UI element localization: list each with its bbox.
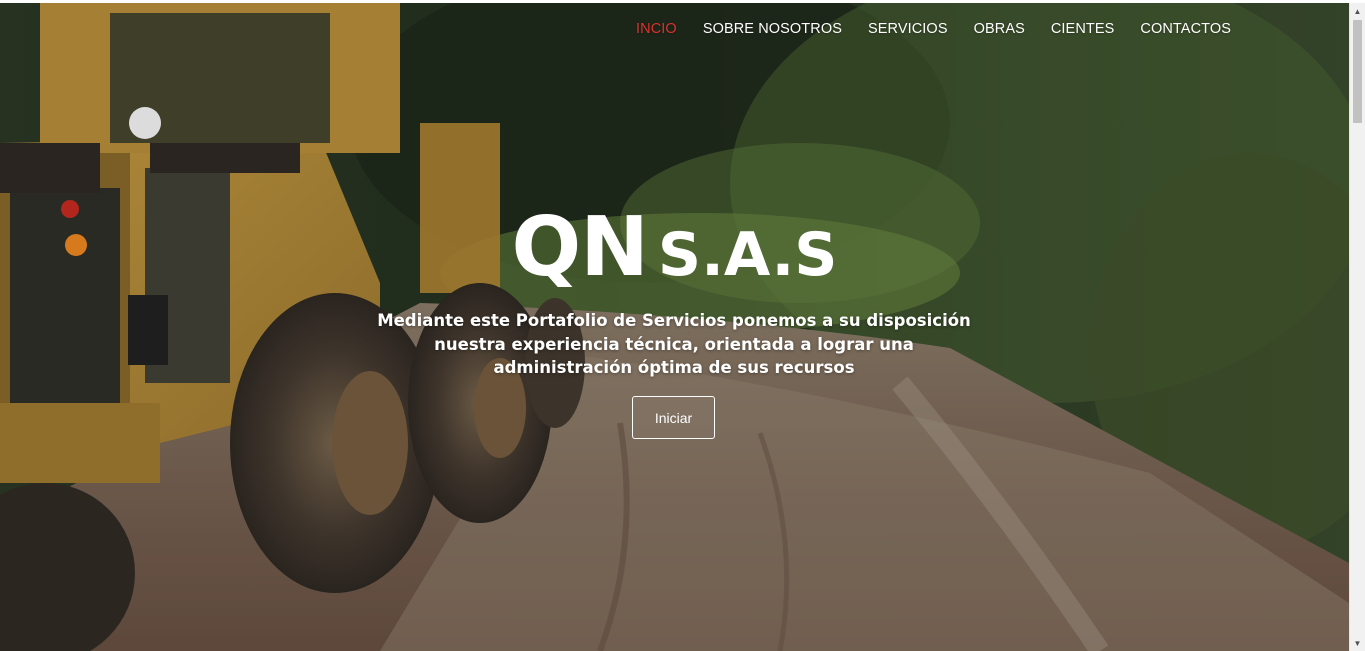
- vertical-scrollbar[interactable]: ▲ ▼: [1349, 3, 1365, 651]
- hero-section: INCIO SOBRE NOSOTROS SERVICIOS OBRAS CIE…: [0, 3, 1349, 651]
- nav-item-clientes[interactable]: CIENTES: [1051, 21, 1115, 37]
- nav-item-servicios[interactable]: SERVICIOS: [868, 21, 948, 37]
- triangle-down-icon[interactable]: ▼: [1350, 635, 1365, 651]
- hero-title-main: QN: [511, 200, 649, 295]
- hero-title-suffix: S.A.S: [657, 220, 838, 290]
- nav-item-sobre-nosotros[interactable]: SOBRE NOSOTROS: [703, 21, 842, 37]
- start-button[interactable]: Iniciar: [632, 396, 715, 439]
- nav-item-contactos[interactable]: CONTACTOS: [1140, 21, 1231, 37]
- scrollbar-thumb[interactable]: [1353, 20, 1362, 123]
- main-navigation: INCIO SOBRE NOSOTROS SERVICIOS OBRAS CIE…: [610, 21, 1231, 37]
- nav-item-obras[interactable]: OBRAS: [974, 21, 1025, 37]
- triangle-up-icon[interactable]: ▲: [1350, 3, 1365, 19]
- hero-subtitle: Mediante este Portafolio de Servicios po…: [377, 311, 971, 377]
- nav-item-inicio[interactable]: INCIO: [636, 21, 677, 37]
- hero-title: QN S.A.S: [0, 200, 1349, 295]
